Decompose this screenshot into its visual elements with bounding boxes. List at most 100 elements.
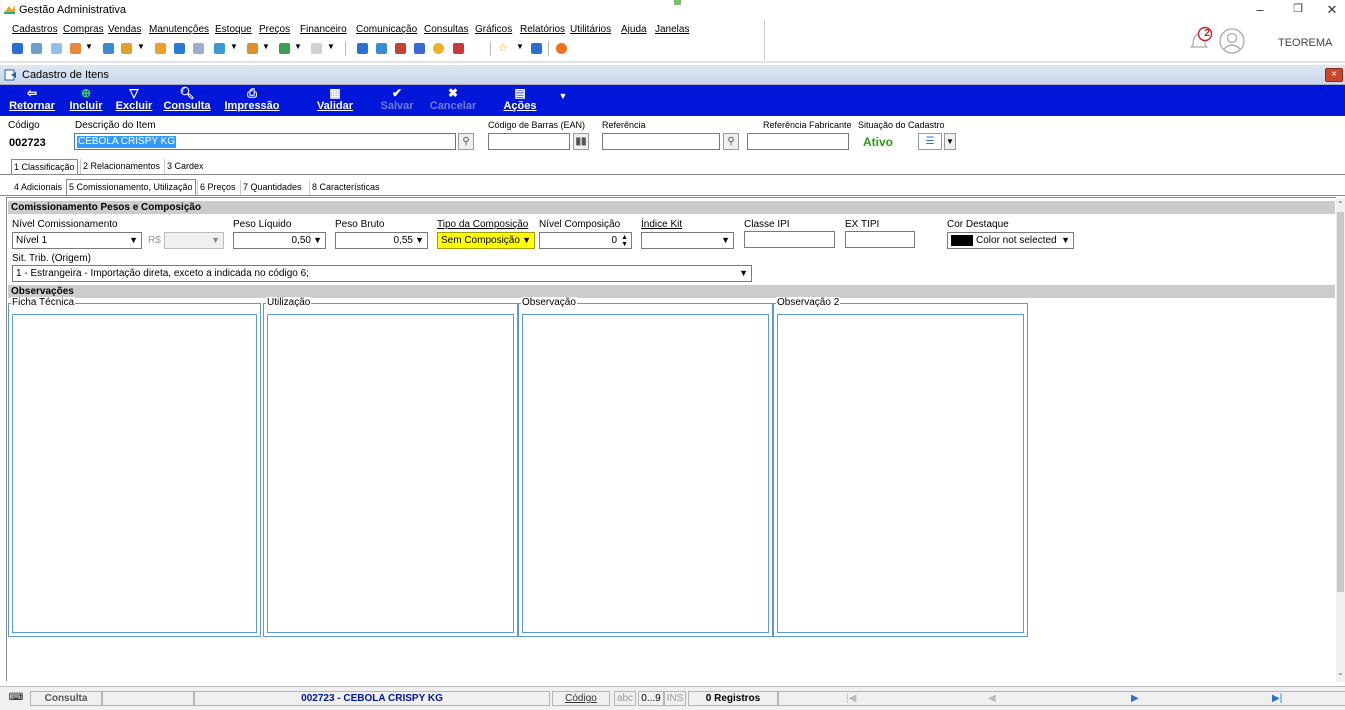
observacao-textarea[interactable] xyxy=(522,314,769,633)
cor-select[interactable]: Color not selected ▼ xyxy=(947,232,1074,249)
tab-adicionais[interactable]: 4 Adicionais xyxy=(12,180,64,196)
chevron-down-icon[interactable]: ▼ xyxy=(294,42,302,51)
person-icon[interactable] xyxy=(155,43,166,54)
tab-cardex[interactable]: 3 Cardex xyxy=(164,159,206,175)
ex-tipi-input[interactable] xyxy=(845,231,915,248)
menu-estoque[interactable]: Estoque xyxy=(215,24,252,35)
table-icon[interactable] xyxy=(376,43,387,54)
prev-record-icon[interactable]: ◀ xyxy=(988,693,996,704)
doc-icon[interactable] xyxy=(103,43,114,54)
restore-button[interactable]: ❐ xyxy=(1288,2,1308,15)
consulta-button[interactable]: 🔍︎ Consulta xyxy=(162,85,212,116)
menu-ajuda[interactable]: Ajuda xyxy=(621,24,647,35)
nivel-com-select[interactable]: Nível 1 ▼ xyxy=(12,232,142,249)
menu-consultas[interactable]: Consultas xyxy=(424,24,468,35)
spinner-icon[interactable]: ▲ ▼ xyxy=(621,234,628,248)
tab-precos[interactable]: 6 Preços xyxy=(197,180,238,196)
peso-bruto-input[interactable]: 0,55 ▼ xyxy=(335,232,428,249)
utilizacao-textarea[interactable] xyxy=(267,314,514,633)
new-icon[interactable] xyxy=(12,43,23,54)
tab-classificacao[interactable]: 1 Classificação xyxy=(11,159,78,175)
acoes-button[interactable]: ▤ Ações xyxy=(500,85,540,116)
list-icon[interactable] xyxy=(70,43,81,54)
cart-icon[interactable] xyxy=(214,43,225,54)
close-button[interactable]: ✕ xyxy=(1322,2,1342,18)
salvar-button[interactable]: ✔ Salvar xyxy=(375,85,419,116)
menu-utilitarios[interactable]: Utilitários xyxy=(570,24,611,35)
referencia-input[interactable] xyxy=(602,133,720,150)
validar-button[interactable]: ▦ Validar xyxy=(312,85,358,116)
tab-caracteristicas[interactable]: 8 Características xyxy=(309,180,382,196)
chevron-down-icon[interactable]: ▼ xyxy=(516,42,524,51)
excluir-button[interactable]: ▽ Excluir xyxy=(113,85,155,116)
box-icon[interactable] xyxy=(247,43,258,54)
rs-select[interactable]: ▼ xyxy=(164,232,224,249)
scroll-thumb[interactable] xyxy=(1337,212,1344,592)
tab-quantidades[interactable]: 7 Quantidades xyxy=(240,180,304,196)
descricao-input[interactable]: CEBOLA CRISPY KG xyxy=(74,133,456,150)
truck-icon[interactable] xyxy=(279,43,290,54)
print-icon[interactable] xyxy=(311,43,322,54)
grid-icon[interactable] xyxy=(51,43,62,54)
edit-status-icon[interactable]: ☰ xyxy=(918,133,942,150)
tab-comissionamento[interactable]: 5 Comissionamento, Utilização xyxy=(66,179,196,195)
search-icon[interactable]: ⚲ xyxy=(723,133,739,150)
observacao2-memo[interactable]: Observação 2 xyxy=(773,297,1028,637)
folder-icon[interactable] xyxy=(121,43,132,54)
clock-icon[interactable] xyxy=(433,43,444,54)
indice-kit-select[interactable]: ▼ xyxy=(641,232,734,249)
chevron-down-icon[interactable]: ▼ xyxy=(262,42,270,51)
chevron-down-icon[interactable]: ▼ xyxy=(944,133,956,150)
chevron-down-icon[interactable]: ▼ xyxy=(327,42,335,51)
bank-icon[interactable] xyxy=(453,43,464,54)
last-record-icon[interactable]: ▶| xyxy=(1272,693,1282,704)
sit-trib-select[interactable]: 1 - Estrangeira - Importação direta, exc… xyxy=(12,265,752,282)
observacao-memo[interactable]: Observação xyxy=(518,297,773,637)
power-icon[interactable] xyxy=(556,43,567,54)
subwindow-close-button[interactable]: × xyxy=(1325,68,1343,82)
chevron-down-icon[interactable]: ▼ xyxy=(137,42,145,51)
window-icon[interactable] xyxy=(531,43,542,54)
chevron-down-icon[interactable]: ▼ xyxy=(230,42,238,51)
menu-relatorios[interactable]: Relatórios xyxy=(520,24,565,35)
calendar-icon[interactable] xyxy=(395,43,406,54)
tipo-comp-select[interactable]: Sem Composição ▼ xyxy=(437,232,535,249)
menu-compras[interactable]: Compras xyxy=(63,24,104,35)
classe-ipi-input[interactable] xyxy=(744,231,835,248)
chevron-down-icon[interactable]: ▼ xyxy=(85,42,93,51)
users-icon[interactable] xyxy=(31,43,42,54)
scroll-down-icon[interactable]: ⌄ xyxy=(1337,668,1344,677)
cancelar-button[interactable]: ✖ Cancelar xyxy=(428,85,478,116)
vertical-scrollbar[interactable]: ⌃ ⌄ xyxy=(1336,198,1345,682)
menu-manutencoes[interactable]: Manutenções xyxy=(149,24,209,35)
menu-janelas[interactable]: Janelas xyxy=(655,24,689,35)
retornar-button[interactable]: ⇦ Retornar xyxy=(6,85,58,116)
minimize-button[interactable]: – xyxy=(1250,2,1270,17)
impressao-button[interactable]: ⎙ Impressão xyxy=(222,85,282,116)
ref-fab-input[interactable] xyxy=(747,133,849,150)
barcode-icon[interactable]: ▮▮ xyxy=(573,133,589,150)
menu-comunicacao[interactable]: Comunicação xyxy=(356,24,417,35)
ficha-tecnica-textarea[interactable] xyxy=(12,314,257,633)
menu-vendas[interactable]: Vendas xyxy=(108,24,141,35)
menu-financeiro[interactable]: Financeiro xyxy=(300,24,347,35)
ficha-tecnica-memo[interactable]: Ficha Técnica xyxy=(8,297,261,637)
menu-precos[interactable]: Preços xyxy=(259,24,290,35)
first-record-icon[interactable]: |◀ xyxy=(846,693,856,704)
scroll-up-icon[interactable]: ⌃ xyxy=(1337,200,1344,209)
menu-cadastros[interactable]: Cadastros xyxy=(12,24,58,35)
next-record-icon[interactable]: ▶ xyxy=(1131,693,1139,704)
observacao2-textarea[interactable] xyxy=(777,314,1024,633)
incluir-button[interactable]: ⊕ Incluir xyxy=(64,85,108,116)
chart-icon[interactable] xyxy=(414,43,425,54)
star-icon[interactable]: ☆ xyxy=(498,41,508,54)
tab-relacionamentos[interactable]: 2 Relacionamentos xyxy=(80,159,162,175)
ean-input[interactable] xyxy=(488,133,570,150)
user-avatar-icon[interactable] xyxy=(1219,28,1245,54)
report-icon[interactable] xyxy=(357,43,368,54)
peso-liq-input[interactable]: 0,50 ▼ xyxy=(233,232,326,249)
utilizacao-memo[interactable]: Utilização xyxy=(263,297,518,637)
menu-graficos[interactable]: Gráficos xyxy=(475,24,512,35)
search-icon[interactable]: ⚲ xyxy=(458,133,474,150)
calc-icon[interactable] xyxy=(193,43,204,54)
